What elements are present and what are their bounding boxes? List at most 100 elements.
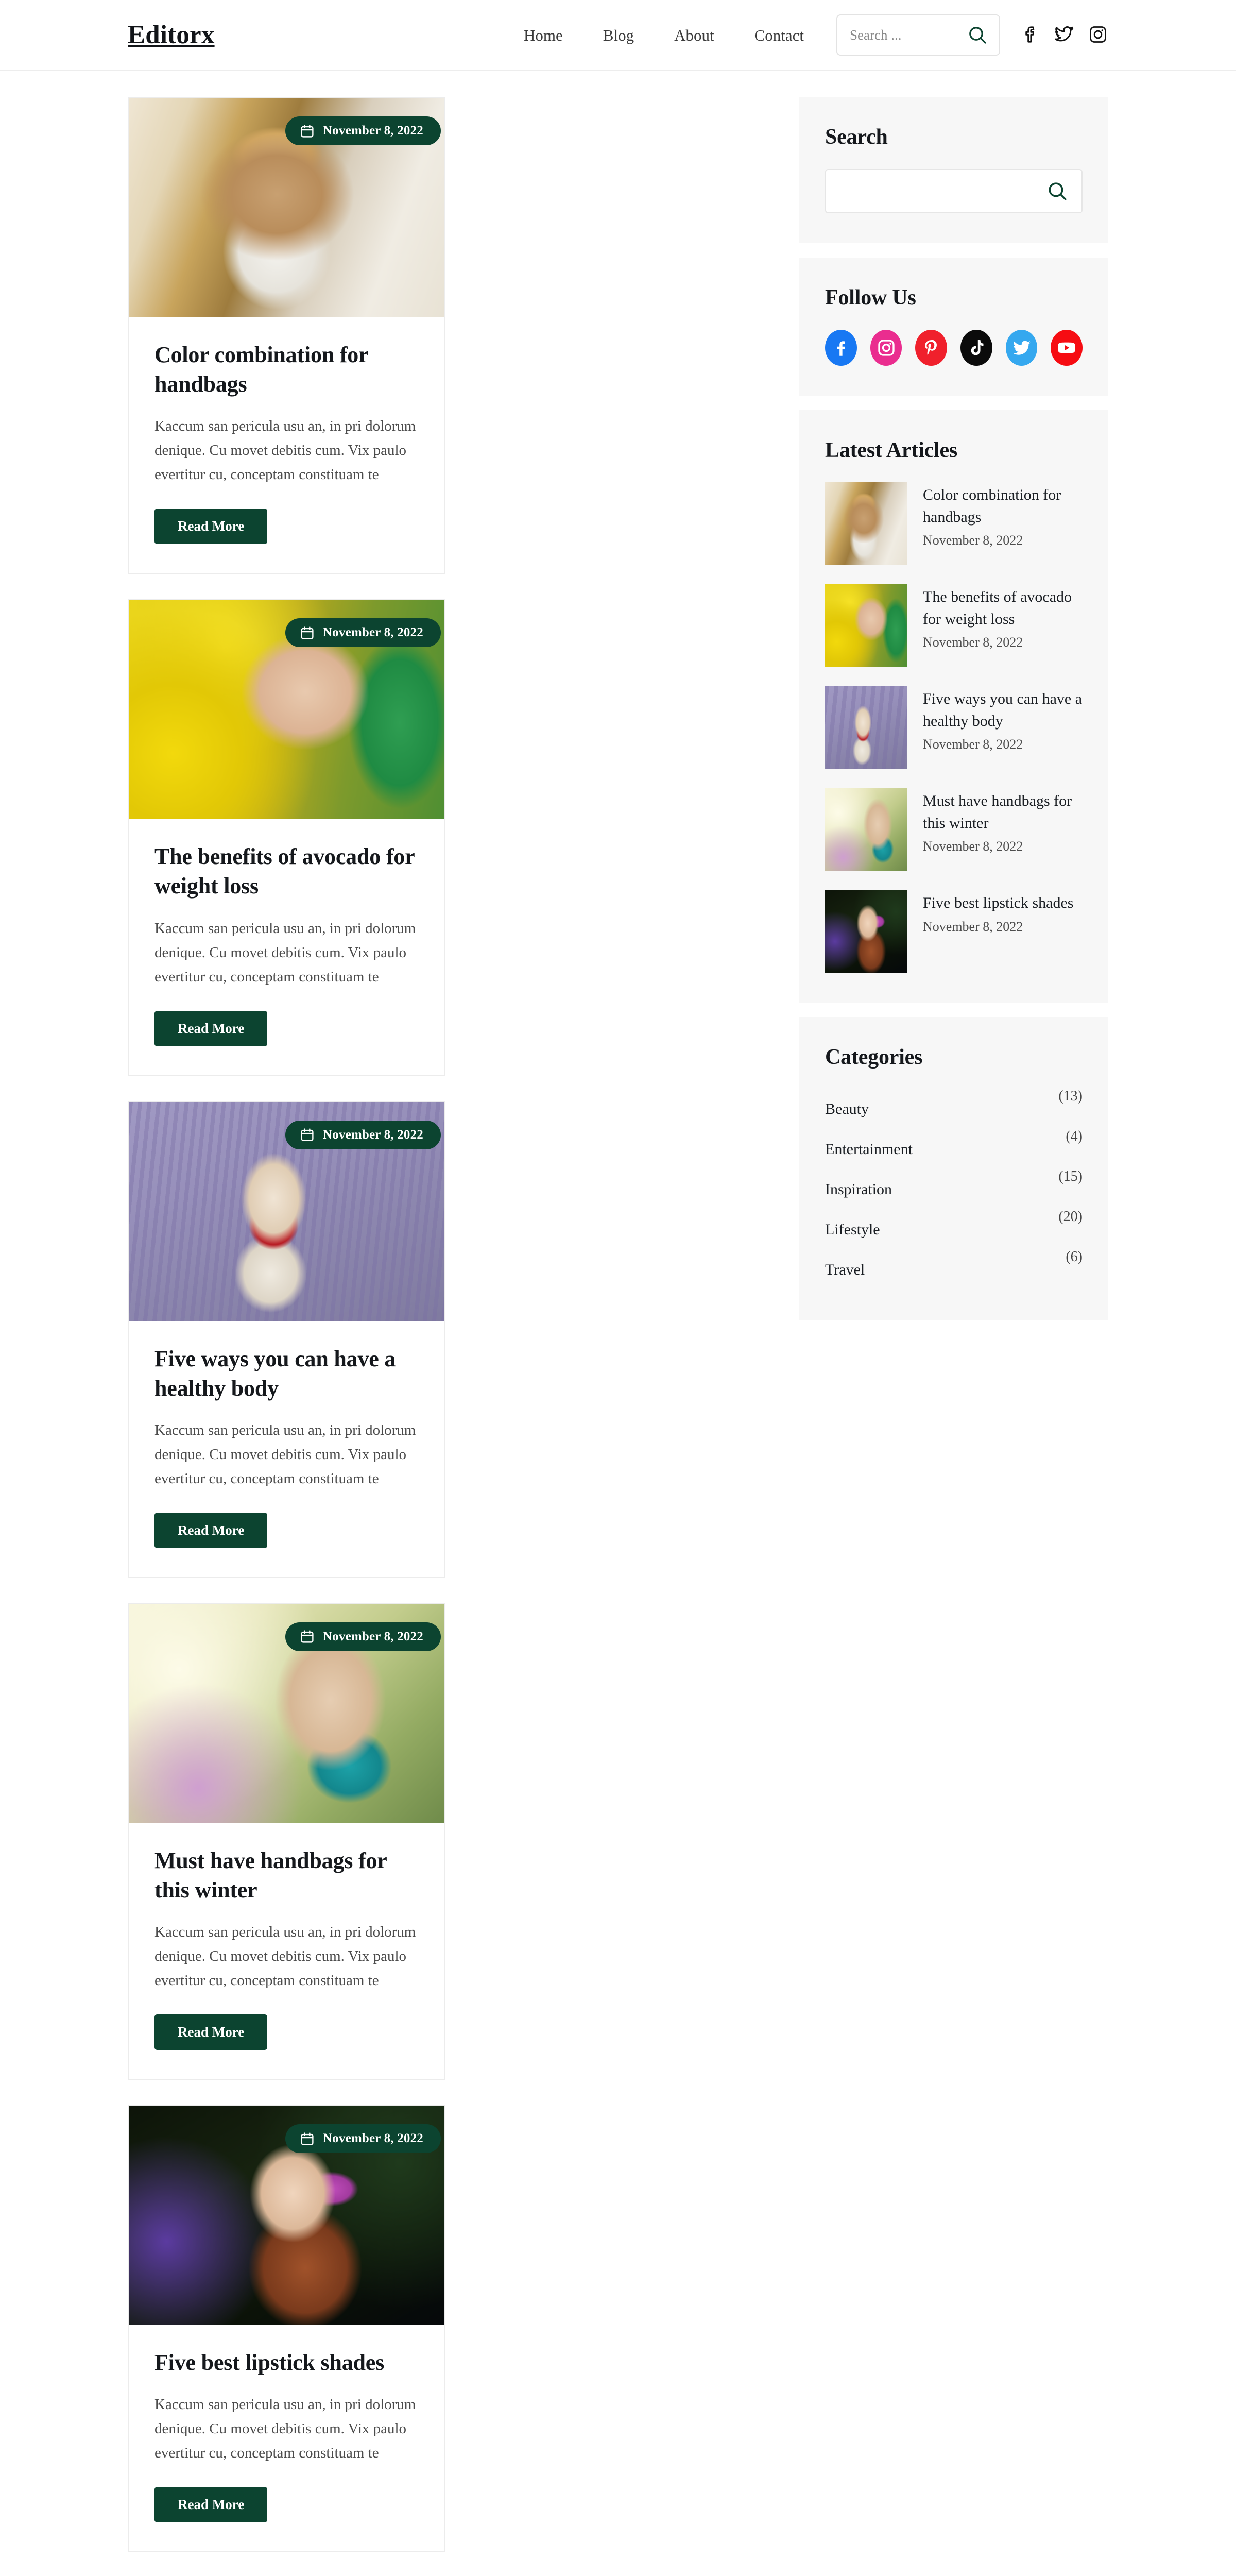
post-card[interactable]: November 8, 2022 Color combination for h… xyxy=(128,97,445,574)
read-more-button[interactable]: Read More xyxy=(154,1010,268,1046)
calendar-icon xyxy=(301,124,314,138)
twitter-icon[interactable] xyxy=(1005,330,1038,366)
read-more-button[interactable]: Read More xyxy=(154,2487,268,2523)
article-title[interactable]: Five ways you can have a healthy body xyxy=(923,688,1083,732)
facebook-icon[interactable] xyxy=(1020,24,1040,46)
page-wrapper: November 8, 2022 Color combination for h… xyxy=(0,71,1236,2576)
category-count: (6) xyxy=(1066,1249,1083,1265)
search-icon[interactable] xyxy=(967,25,988,45)
post-card[interactable]: November 8, 2022 The benefits of avocado… xyxy=(128,599,445,1076)
category-count: (20) xyxy=(1058,1209,1083,1225)
article-title[interactable]: Color combination for handbags xyxy=(923,484,1083,528)
post-date-text: November 8, 2022 xyxy=(322,124,423,138)
nav-item-home[interactable]: Home xyxy=(504,27,583,43)
post-card[interactable]: November 8, 2022 Must have handbags for … xyxy=(128,1602,445,2080)
post-title[interactable]: Color combination for handbags xyxy=(154,340,418,399)
article-thumbnail[interactable] xyxy=(825,584,907,667)
list-item[interactable]: The benefits of avocado for weight loss … xyxy=(825,584,1083,667)
post-date-badge: November 8, 2022 xyxy=(285,116,441,145)
instagram-icon[interactable] xyxy=(870,330,902,366)
read-more-button[interactable]: Read More xyxy=(154,1512,268,1548)
list-item[interactable]: Five best lipstick shades November 8, 20… xyxy=(825,890,1083,973)
calendar-icon xyxy=(301,626,314,639)
main-nav: Home Blog About Contact xyxy=(504,27,824,43)
article-thumbnail[interactable] xyxy=(825,890,907,973)
post-image[interactable]: November 8, 2022 xyxy=(129,98,444,317)
youtube-icon[interactable] xyxy=(1051,330,1083,366)
nav-item-blog[interactable]: Blog xyxy=(583,27,654,43)
read-more-button[interactable]: Read More xyxy=(154,2014,268,2050)
post-title[interactable]: Must have handbags for this winter xyxy=(154,1846,418,1905)
category-item-entertainment[interactable]: Entertainment (4) xyxy=(825,1129,1083,1170)
category-count: (15) xyxy=(1058,1168,1083,1184)
category-name: Inspiration xyxy=(825,1181,892,1198)
post-title[interactable]: Five best lipstick shades xyxy=(154,2348,418,2377)
article-thumbnail[interactable] xyxy=(825,788,907,871)
article-date: November 8, 2022 xyxy=(923,533,1023,548)
post-card[interactable]: November 8, 2022 Five best lipstick shad… xyxy=(128,2105,445,2553)
post-date-text: November 8, 2022 xyxy=(322,625,423,640)
header-social-links xyxy=(1020,24,1108,46)
facebook-icon[interactable] xyxy=(825,330,857,366)
post-excerpt: Kaccum san pericula usu an, in pri dolor… xyxy=(154,920,416,985)
category-item-beauty[interactable]: Beauty (13) xyxy=(825,1089,1083,1129)
header-search-input[interactable] xyxy=(850,27,967,43)
header-search[interactable] xyxy=(836,14,1000,56)
post-image[interactable]: November 8, 2022 xyxy=(129,1603,444,1823)
category-item-inspiration[interactable]: Inspiration (15) xyxy=(825,1170,1083,1210)
post-title[interactable]: The benefits of avocado for weight loss xyxy=(154,842,418,901)
list-item[interactable]: Five ways you can have a healthy body No… xyxy=(825,686,1083,769)
social-links xyxy=(825,330,1083,366)
twitter-icon[interactable] xyxy=(1054,24,1074,46)
category-item-travel[interactable]: Travel (6) xyxy=(825,1250,1083,1290)
post-card[interactable]: November 8, 2022 Five ways you can have … xyxy=(128,1100,445,1578)
article-title[interactable]: Must have handbags for this winter xyxy=(923,790,1083,834)
article-thumbnail[interactable] xyxy=(825,686,907,769)
read-more-button[interactable]: Read More xyxy=(154,509,268,545)
instagram-icon[interactable] xyxy=(1088,24,1108,46)
post-date-badge: November 8, 2022 xyxy=(285,1622,441,1651)
post-body: Color combination for handbags Kaccum sa… xyxy=(129,317,444,573)
category-name: Entertainment xyxy=(825,1141,913,1158)
post-title[interactable]: Five ways you can have a healthy body xyxy=(154,1344,418,1403)
tiktok-icon[interactable] xyxy=(960,330,992,366)
post-grid: November 8, 2022 Color combination for h… xyxy=(128,71,775,2576)
post-image[interactable]: November 8, 2022 xyxy=(129,2106,444,2326)
category-count: (13) xyxy=(1058,1088,1083,1104)
sidebar-search-box[interactable] xyxy=(825,169,1083,213)
sidebar-search-input[interactable] xyxy=(840,183,1046,199)
nav-item-contact[interactable]: Contact xyxy=(734,27,824,43)
nav-item-about[interactable]: About xyxy=(654,27,734,43)
redhead-woman-dark-flowers-photo xyxy=(825,890,907,973)
post-image[interactable]: November 8, 2022 xyxy=(129,1101,444,1321)
category-item-lifestyle[interactable]: Lifestyle (20) xyxy=(825,1210,1083,1250)
list-item[interactable]: Must have handbags for this winter Novem… xyxy=(825,788,1083,871)
woman-in-yellow-flowers-photo xyxy=(825,584,907,667)
post-body: The benefits of avocado for weight loss … xyxy=(129,819,444,1075)
search-icon[interactable] xyxy=(1046,180,1068,202)
sidebar-categories-widget: Categories Beauty (13) Entertainment (4)… xyxy=(799,1017,1108,1320)
post-body: Five ways you can have a healthy body Ka… xyxy=(129,1321,444,1577)
list-item[interactable]: Color combination for handbags November … xyxy=(825,482,1083,565)
article-date: November 8, 2022 xyxy=(923,839,1023,854)
article-title[interactable]: The benefits of avocado for weight loss xyxy=(923,586,1083,630)
article-title[interactable]: Five best lipstick shades xyxy=(923,892,1083,914)
latest-articles-list: Color combination for handbags November … xyxy=(825,482,1083,973)
post-excerpt: Kaccum san pericula usu an, in pri dolor… xyxy=(154,1924,416,1989)
article-thumbnail[interactable] xyxy=(825,482,907,565)
sidebar-follow-widget: Follow Us xyxy=(799,258,1108,396)
site-logo[interactable]: Editorx xyxy=(128,22,215,48)
pinterest-icon[interactable] xyxy=(915,330,948,366)
post-date-text: November 8, 2022 xyxy=(322,1127,423,1142)
post-date-badge: November 8, 2022 xyxy=(285,1120,441,1149)
sidebar-latest-articles-widget: Latest Articles Color combination for ha… xyxy=(799,410,1108,1003)
post-body: Five best lipstick shades Kaccum san per… xyxy=(129,2325,444,2551)
categories-list: Beauty (13) Entertainment (4) Inspiratio… xyxy=(825,1089,1083,1290)
sidebar-search-widget: Search xyxy=(799,97,1108,243)
category-name: Lifestyle xyxy=(825,1221,880,1238)
article-date: November 8, 2022 xyxy=(923,737,1023,752)
post-excerpt: Kaccum san pericula usu an, in pri dolor… xyxy=(154,418,416,483)
woman-in-lavender-field-photo xyxy=(825,686,907,769)
post-image[interactable]: November 8, 2022 xyxy=(129,600,444,820)
post-body: Must have handbags for this winter Kaccu… xyxy=(129,1823,444,2079)
